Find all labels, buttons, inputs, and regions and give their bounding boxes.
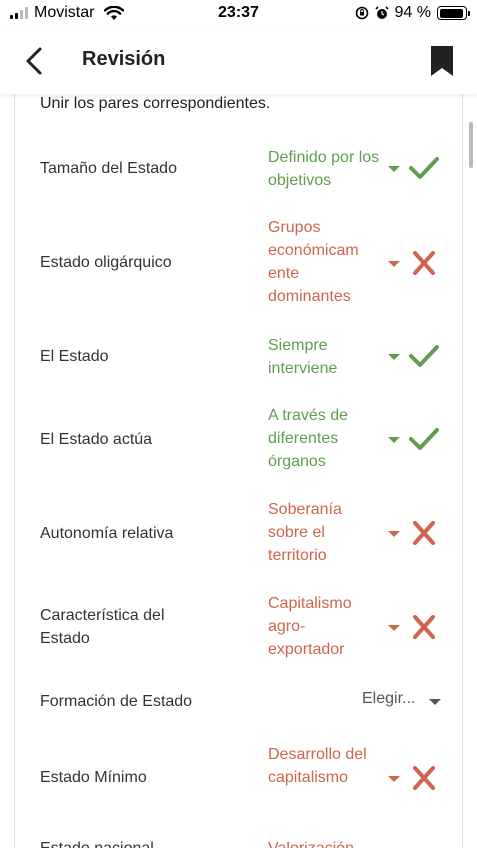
scrollbar[interactable] xyxy=(469,122,473,168)
match-answer-select[interactable]: Soberanía sobre el territorio xyxy=(268,498,380,567)
dropdown-caret-icon[interactable] xyxy=(388,625,400,631)
status-bar: Movistar 23:37 94 % xyxy=(0,0,477,28)
battery-icon xyxy=(437,6,470,20)
status-right: 94 % xyxy=(355,4,470,22)
match-answer-select[interactable]: Siempre interviene xyxy=(268,334,380,380)
question-card xyxy=(14,94,463,848)
dropdown-caret-icon[interactable] xyxy=(388,261,400,267)
check-icon xyxy=(409,157,439,179)
orientation-lock-icon xyxy=(355,6,368,20)
match-left-label: Estado oligárquico xyxy=(40,254,172,271)
review-content: Unir los pares correspondientes. Tamaño … xyxy=(0,94,477,848)
match-left-label: El Estado actúa xyxy=(40,431,153,448)
match-answer-select[interactable]: Capitalismo agro-exportador xyxy=(268,592,380,661)
match-left-label: Tamaño del Estado xyxy=(40,160,177,177)
cross-icon xyxy=(413,766,435,790)
bookmark-icon[interactable] xyxy=(429,44,455,78)
check-icon xyxy=(409,428,439,450)
alarm-icon xyxy=(374,6,389,19)
match-answer-select[interactable]: A través de diferentes órganos xyxy=(268,404,380,473)
cross-icon xyxy=(413,521,435,545)
match-left-label: Estado nacional xyxy=(40,837,230,848)
cross-icon xyxy=(413,251,435,275)
match-left-label: Característica del Estado xyxy=(40,607,165,647)
app-header: Revisión xyxy=(0,28,477,94)
match-answer-select[interactable]: Grupos económicam ente dominantes xyxy=(268,216,380,308)
match-answer-select[interactable]: Desarrollo del capitalismo xyxy=(268,743,380,789)
dropdown-caret-icon[interactable] xyxy=(388,776,400,782)
question-instruction: Unir los pares correspondientes. xyxy=(40,95,271,112)
dropdown-caret-icon[interactable] xyxy=(388,166,400,172)
match-left-label: El Estado xyxy=(40,348,109,365)
back-chevron-icon[interactable] xyxy=(20,44,50,78)
dropdown-caret-icon[interactable] xyxy=(429,699,441,705)
page-title: Revisión xyxy=(82,48,166,70)
dropdown-caret-icon[interactable] xyxy=(388,437,400,443)
match-answer-select[interactable]: Definido por los objetivos xyxy=(268,146,380,192)
check-icon xyxy=(409,345,439,367)
match-answer-select[interactable]: Valorización xyxy=(268,837,380,848)
cross-icon xyxy=(413,615,435,639)
match-left-label: Formación de Estado xyxy=(40,693,193,710)
match-left-label: Estado Mínimo xyxy=(40,769,147,786)
match-answer-select[interactable]: Elegir... xyxy=(362,690,415,708)
dropdown-caret-icon[interactable] xyxy=(388,354,400,360)
dropdown-caret-icon[interactable] xyxy=(388,531,400,537)
battery-percent: 94 % xyxy=(394,4,431,21)
battery-fill xyxy=(439,8,463,18)
match-left-label: Autonomía relativa xyxy=(40,525,174,542)
